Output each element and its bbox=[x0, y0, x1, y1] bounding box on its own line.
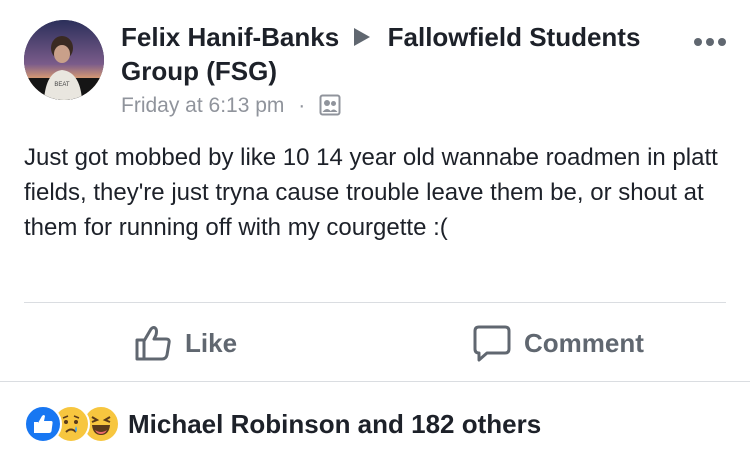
arrow-right-icon bbox=[354, 28, 371, 46]
divider bbox=[0, 381, 750, 382]
reactions-bar[interactable]: Michael Robinson and 182 others bbox=[24, 404, 541, 444]
avatar-photo: BEAT bbox=[24, 20, 104, 100]
post-title: Felix Hanif-Banks Fallowfield Students G… bbox=[121, 20, 681, 88]
comment-bubble-icon bbox=[473, 325, 511, 362]
action-bar: Like Comment bbox=[0, 303, 750, 381]
author-name[interactable]: Felix Hanif-Banks bbox=[121, 22, 339, 52]
comment-button[interactable]: Comment bbox=[472, 321, 644, 365]
more-icon[interactable] bbox=[690, 30, 730, 54]
comment-label: Comment bbox=[524, 327, 644, 358]
avatar[interactable]: BEAT bbox=[24, 20, 104, 100]
thumbs-up-icon bbox=[135, 326, 171, 361]
meta-separator: · bbox=[298, 94, 306, 117]
svg-text:BEAT: BEAT bbox=[54, 82, 70, 88]
group-icon bbox=[319, 94, 341, 116]
like-button[interactable]: Like bbox=[133, 321, 237, 365]
reaction-summary[interactable]: Michael Robinson and 182 others bbox=[128, 409, 541, 440]
reaction-icons bbox=[24, 405, 124, 443]
post-body: Just got mobbed by like 10 14 year old w… bbox=[24, 144, 718, 241]
like-reaction-icon bbox=[24, 405, 62, 443]
post-meta: Friday at 6:13 pm · bbox=[121, 92, 341, 120]
post-header: BEAT Felix Hanif-Banks Fallowfield Stude… bbox=[0, 0, 750, 130]
timestamp[interactable]: Friday at 6:13 pm bbox=[121, 94, 284, 117]
like-label: Like bbox=[185, 327, 238, 358]
